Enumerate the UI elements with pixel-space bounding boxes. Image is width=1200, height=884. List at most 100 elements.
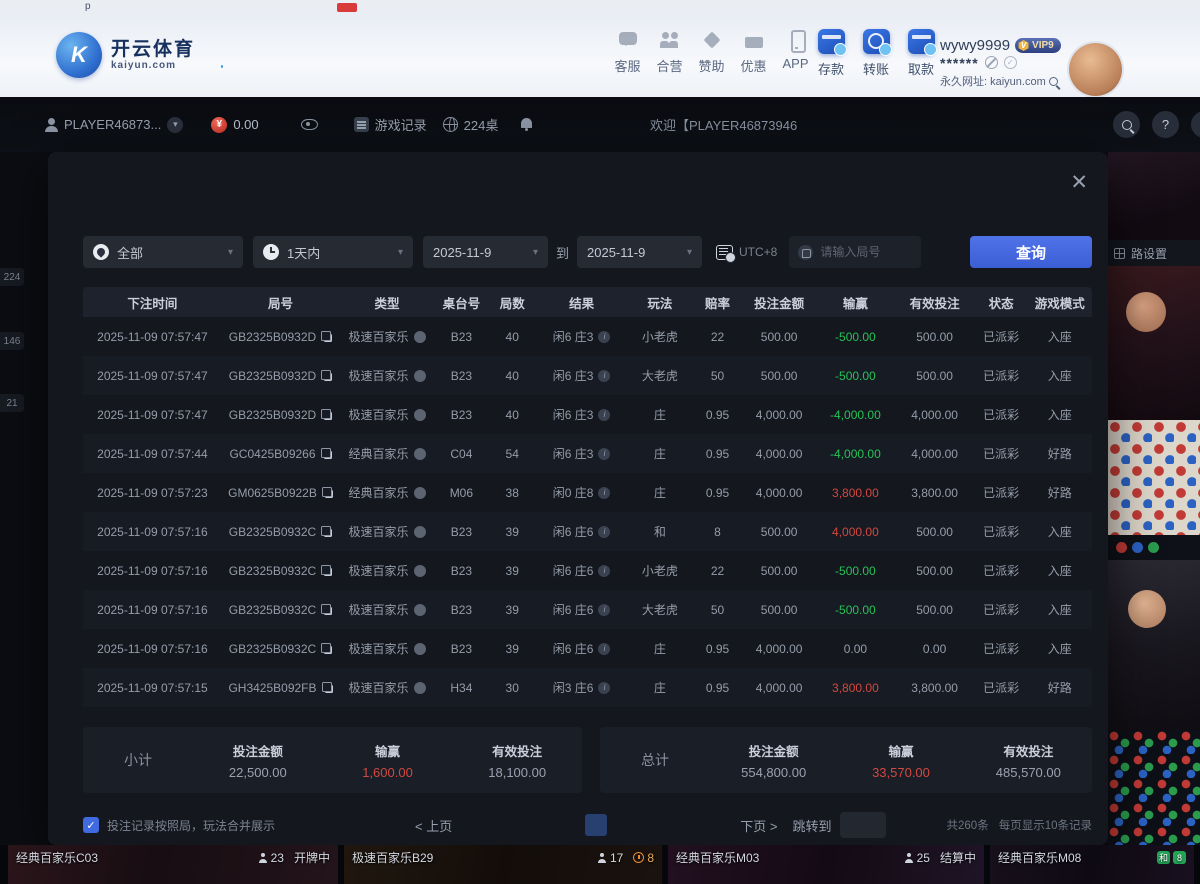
game-type-icon	[414, 682, 426, 694]
info-icon[interactable]: i	[598, 526, 610, 538]
wallet-action[interactable]: 存款	[812, 29, 850, 78]
page-button[interactable]	[616, 814, 638, 836]
game-records-link[interactable]: 游戏记录	[354, 115, 427, 134]
table-thumbnail[interactable]: 极速百家乐B29 17 8	[344, 845, 662, 884]
menu-item[interactable]	[323, 50, 331, 62]
menu-item[interactable]	[239, 50, 247, 62]
valid-bet-cell: 4,000.00	[895, 447, 975, 461]
table-no-cell: B23	[435, 525, 488, 539]
menu-item[interactable]	[176, 50, 184, 62]
info-icon[interactable]: i	[598, 565, 610, 577]
info-icon[interactable]: i	[598, 643, 610, 655]
menu-item[interactable]	[302, 50, 310, 62]
menu-item[interactable]	[197, 50, 205, 62]
nav-action[interactable]: 客服	[608, 29, 647, 75]
wallet-action[interactable]: 取款	[902, 29, 940, 78]
table-thumbnail[interactable]: 经典百家乐M08 和8	[990, 845, 1194, 884]
round-search-input[interactable]	[820, 245, 912, 259]
copy-icon[interactable]	[322, 487, 333, 498]
page-button[interactable]	[523, 814, 545, 836]
nav-action[interactable]: 合营	[650, 29, 689, 75]
page-button[interactable]	[709, 814, 731, 836]
page-button[interactable]	[492, 814, 514, 836]
column-header: 有效投注	[895, 293, 975, 312]
url-search-icon[interactable]	[1049, 77, 1058, 86]
menu-item[interactable]	[281, 50, 289, 62]
bet-time-cell: 2025-11-09 07:57:15	[83, 681, 222, 695]
table-thumbnail[interactable]: 经典百家乐C03 23 开牌中	[8, 845, 338, 884]
game-id-cell: GH3425B092FB	[222, 681, 339, 695]
checkbox-checked-icon[interactable]: ✓	[83, 817, 99, 833]
jump-page-input[interactable]	[840, 812, 886, 838]
next-page-button[interactable]: 下页 >	[740, 816, 777, 835]
copy-icon[interactable]	[321, 643, 332, 654]
result-value: 闲6 庄6	[553, 523, 594, 540]
edge-badge[interactable]: 21	[0, 394, 24, 412]
odds-cell: 0.95	[693, 447, 742, 461]
copy-icon[interactable]	[321, 409, 332, 420]
info-icon[interactable]: i	[598, 448, 610, 460]
nav-action-label: 合营	[656, 56, 682, 75]
jump-label: 跳转到	[792, 816, 831, 835]
player-dropdown[interactable]: PLAYER46873... ▾	[44, 117, 183, 133]
column-header: 输赢	[816, 293, 894, 312]
page-button[interactable]	[678, 814, 700, 836]
bell-icon[interactable]	[520, 118, 533, 131]
wallet-action-label: 取款	[908, 59, 934, 78]
info-icon[interactable]: i	[598, 409, 610, 421]
search-button[interactable]	[1113, 111, 1140, 138]
balance-display: ¥ 0.00	[211, 117, 258, 133]
road-settings-bar[interactable]: 路设置	[1108, 240, 1200, 266]
eye-slash-icon[interactable]	[985, 56, 998, 69]
nav-action[interactable]: 优惠	[734, 29, 773, 75]
play-type-cell: 小老虎	[627, 328, 693, 345]
check-circle-icon[interactable]: ✓	[1004, 56, 1017, 69]
info-icon[interactable]: i	[598, 487, 610, 499]
copy-icon[interactable]	[321, 526, 332, 537]
info-icon[interactable]: i	[598, 604, 610, 616]
page-button[interactable]	[461, 814, 483, 836]
nav-action[interactable]: APP	[776, 29, 815, 75]
copy-icon[interactable]	[321, 370, 332, 381]
table-row: 2025-11-09 07:57:23 GM0625B0922B 经典百家乐 M…	[83, 473, 1092, 512]
copy-icon[interactable]	[321, 565, 332, 576]
range-select[interactable]: 1天内 ▾	[253, 236, 413, 268]
menu-item[interactable]	[260, 50, 268, 62]
game-id: GB2325B0932D	[229, 369, 316, 383]
game-type: 极速百家乐	[349, 679, 409, 696]
nav-actions: 客服 合营 赞助 优惠 APP	[608, 29, 815, 75]
table-row: 2025-11-09 07:57:44 GC0425B09266 经典百家乐 C…	[83, 434, 1092, 473]
brand-logo[interactable]: K 开云体育 kaiyun.com	[56, 32, 195, 78]
help-button[interactable]: ?	[1152, 111, 1179, 138]
date-from-select[interactable]: 2025-11-9 ▾	[423, 236, 548, 268]
copy-icon[interactable]	[321, 448, 332, 459]
copy-icon[interactable]	[321, 331, 332, 342]
road-settings-label: 路设置	[1131, 245, 1167, 262]
edge-badge[interactable]: 224	[0, 268, 24, 286]
prev-page-button[interactable]: < 上页	[415, 816, 452, 835]
more-button[interactable]	[1191, 111, 1200, 138]
category-select[interactable]: 全部 ▾	[83, 236, 243, 268]
balance-eye-icon[interactable]	[301, 119, 318, 130]
info-icon[interactable]: i	[598, 682, 610, 694]
wallet-action[interactable]: 转账	[857, 29, 895, 78]
info-icon[interactable]: i	[598, 331, 610, 343]
table-thumbnail[interactable]: 经典百家乐M03 25 结算中	[668, 845, 984, 884]
edge-badge[interactable]: 146	[0, 332, 24, 350]
date-to-select[interactable]: 2025-11-9 ▾	[577, 236, 702, 268]
page-button[interactable]	[585, 814, 607, 836]
tables-count[interactable]: 224桌	[443, 115, 499, 134]
column-header: 局数	[488, 293, 537, 312]
page-button[interactable]	[554, 814, 576, 836]
close-icon[interactable]: ✕	[1070, 172, 1088, 193]
info-icon[interactable]: i	[598, 370, 610, 382]
copy-icon[interactable]	[321, 604, 332, 615]
avatar[interactable]	[1069, 43, 1122, 96]
page-button[interactable]	[647, 814, 669, 836]
chevron-down-icon[interactable]: ▾	[167, 117, 183, 133]
menu-item[interactable]	[218, 50, 226, 62]
query-button[interactable]: 查询	[970, 236, 1092, 268]
copy-icon[interactable]	[322, 682, 333, 693]
merge-checkbox-group[interactable]: ✓ 投注记录按照局，玩法合并展示	[83, 817, 275, 834]
nav-action[interactable]: 赞助	[692, 29, 731, 75]
